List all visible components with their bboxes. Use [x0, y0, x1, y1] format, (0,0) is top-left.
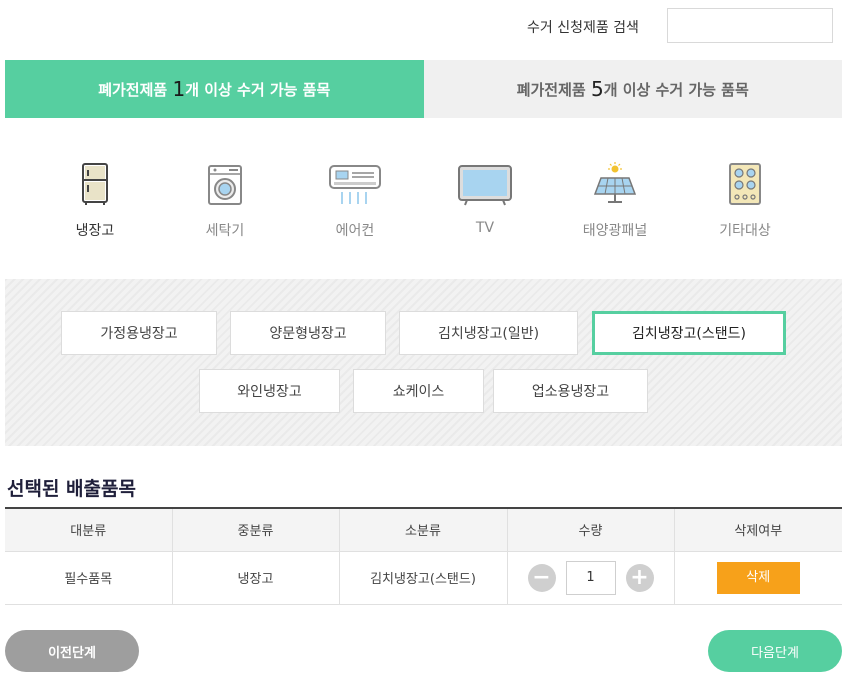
- category-label: 세탁기: [205, 223, 245, 239]
- washing-machine-icon: [207, 150, 243, 206]
- category-air-conditioner[interactable]: 에어컨: [290, 150, 420, 240]
- quantity-stepper: − +: [508, 560, 674, 595]
- subcategory-panel: 가정용냉장고 양문형냉장고 김치냉장고(일반) 김치냉장고(스탠드) 와인냉장고…: [5, 279, 842, 446]
- category-label: TV: [475, 220, 495, 236]
- category-label: 태양광패널: [582, 223, 648, 239]
- selected-items-title: 선택된 배출품목: [7, 478, 136, 500]
- category-label: 에어컨: [335, 223, 375, 239]
- table-row: 필수품목 냉장고 김치냉장고(스탠드) − + 삭제: [5, 551, 842, 605]
- subcategory-kimchi-refrigerator-stand[interactable]: 김치냉장고(스탠드): [592, 311, 786, 355]
- tv-icon: [457, 150, 513, 206]
- tab-prefix: 폐가전제품: [516, 80, 586, 99]
- subcategory-side-by-side-refrigerator[interactable]: 양문형냉장고: [230, 311, 386, 355]
- delete-button[interactable]: 삭제: [716, 561, 800, 594]
- collection-tabs: 폐가전제품 1개 이상 수거 가능 품목 폐가전제품 5개 이상 수거 가능 품…: [5, 60, 842, 118]
- tab-five-or-more[interactable]: 폐가전제품 5개 이상 수거 가능 품목: [423, 60, 842, 118]
- category-label: 냉장고: [72, 220, 117, 243]
- next-step-button[interactable]: 다음단계: [708, 630, 842, 672]
- major-category-cell: 필수품목: [5, 551, 173, 605]
- tab-prefix: 폐가전제품: [98, 80, 168, 99]
- other-appliance-icon: [728, 150, 762, 206]
- category-tv[interactable]: TV: [420, 150, 550, 240]
- refrigerator-icon: [81, 150, 109, 206]
- plus-icon[interactable]: +: [625, 563, 654, 592]
- delete-cell: 삭제: [674, 551, 842, 605]
- quantity-input[interactable]: [565, 560, 616, 595]
- tab-number: 1: [172, 77, 186, 101]
- search-input[interactable]: [667, 8, 833, 43]
- quantity-cell: − +: [507, 551, 675, 605]
- subcategory-commercial-refrigerator[interactable]: 업소용냉장고: [493, 369, 648, 413]
- subcategory-wine-refrigerator[interactable]: 와인냉장고: [199, 369, 340, 413]
- column-header: 삭제여부: [674, 508, 842, 552]
- table-header-row: 대분류 중분류 소분류 수량 삭제여부: [5, 508, 842, 552]
- middle-category-cell: 냉장고: [172, 551, 340, 605]
- column-header: 수량: [507, 508, 675, 552]
- column-header: 중분류: [172, 508, 340, 552]
- tab-number: 5: [590, 77, 604, 101]
- category-solar-panel[interactable]: 태양광패널: [550, 150, 680, 240]
- subcategory-home-refrigerator[interactable]: 가정용냉장고: [61, 311, 217, 355]
- category-washing-machine[interactable]: 세탁기: [160, 150, 290, 240]
- tab-suffix: 개 이상 수거 가능 품목: [603, 80, 749, 99]
- category-other[interactable]: 기타대상: [680, 150, 810, 240]
- category-label: 기타대상: [719, 223, 771, 239]
- subcategory-kimchi-refrigerator-general[interactable]: 김치냉장고(일반): [399, 311, 578, 355]
- category-list: 냉장고 세탁기 에어컨 TV 태양광패널 기타대상: [30, 150, 810, 243]
- column-header: 대분류: [5, 508, 173, 552]
- subcategory-showcase[interactable]: 쇼케이스: [353, 369, 484, 413]
- air-conditioner-icon: [328, 150, 382, 206]
- tab-one-or-more[interactable]: 폐가전제품 1개 이상 수거 가능 품목: [5, 60, 424, 118]
- minor-category-cell: 김치냉장고(스탠드): [339, 551, 508, 605]
- tab-suffix: 개 이상 수거 가능 품목: [185, 80, 331, 99]
- solar-panel-icon: [593, 150, 637, 206]
- category-refrigerator[interactable]: 냉장고: [30, 150, 160, 243]
- prev-step-button[interactable]: 이전단계: [5, 630, 139, 672]
- column-header: 소분류: [339, 508, 508, 552]
- minus-icon[interactable]: −: [527, 563, 556, 592]
- search-label: 수거 신청제품 검색: [527, 20, 639, 36]
- selected-items-table: 대분류 중분류 소분류 수량 삭제여부 필수품목 냉장고 김치냉장고(스탠드) …: [5, 507, 842, 605]
